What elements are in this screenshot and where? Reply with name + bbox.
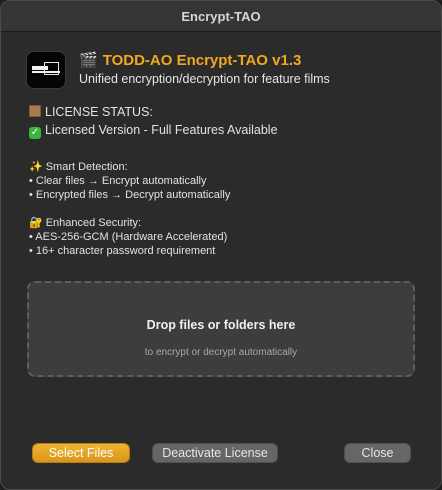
close-button[interactable]: Close (345, 444, 410, 462)
smart-detection-heading-text: Smart Detection: (45, 161, 128, 173)
ledger-icon (29, 105, 41, 117)
smart-detection-heading: ✨ Smart Detection: (29, 160, 128, 173)
check-mark-icon: ✓ (29, 127, 41, 139)
window-title: Encrypt-TAO (181, 8, 261, 24)
file-drop-zone[interactable]: Drop files or folders here to encrypt or… (27, 281, 415, 377)
security-item: • AES-256-GCM (Hardware Accelerated) (29, 231, 228, 243)
select-files-button[interactable]: Select Files (33, 444, 129, 462)
title-bar[interactable]: Encrypt-TAO (1, 1, 441, 32)
sparkles-icon: ✨ (29, 161, 43, 173)
license-status: ✓ Licensed Version - Full Features Availa… (29, 123, 278, 139)
license-status-text: Licensed Version - Full Features Availab… (45, 123, 278, 137)
app-subtitle: Unified encryption/decryption for featur… (79, 72, 330, 86)
deactivate-license-button[interactable]: Deactivate License (153, 444, 277, 462)
license-heading-text: LICENSE STATUS: (45, 105, 153, 119)
license-heading: LICENSE STATUS: (29, 105, 153, 119)
security-heading-text: Enhanced Security: (45, 217, 142, 229)
app-window: Encrypt-TAO 🎬 TODD-AO Encrypt-TAO v1.3 Un… (0, 0, 442, 490)
smart-detection-item: • Clear files → Encrypt automatically (29, 175, 207, 187)
clapperboard-icon: 🎬 (79, 52, 98, 69)
app-title: 🎬 TODD-AO Encrypt-TAO v1.3 (79, 51, 301, 69)
app-logo-icon (27, 52, 65, 88)
drop-zone-title: Drop files or folders here (146, 318, 296, 332)
smart-detection-item: • Encrypted files → Decrypt automaticall… (29, 189, 231, 201)
security-heading: 🔐 Enhanced Security: (29, 216, 141, 229)
lock-key-icon: 🔐 (29, 217, 43, 229)
security-item: • 16+ character password requirement (29, 245, 216, 257)
app-title-text: TODD-AO Encrypt-TAO v1.3 (102, 52, 302, 69)
drop-zone-subtitle: to encrypt or decrypt automatically (144, 347, 298, 358)
